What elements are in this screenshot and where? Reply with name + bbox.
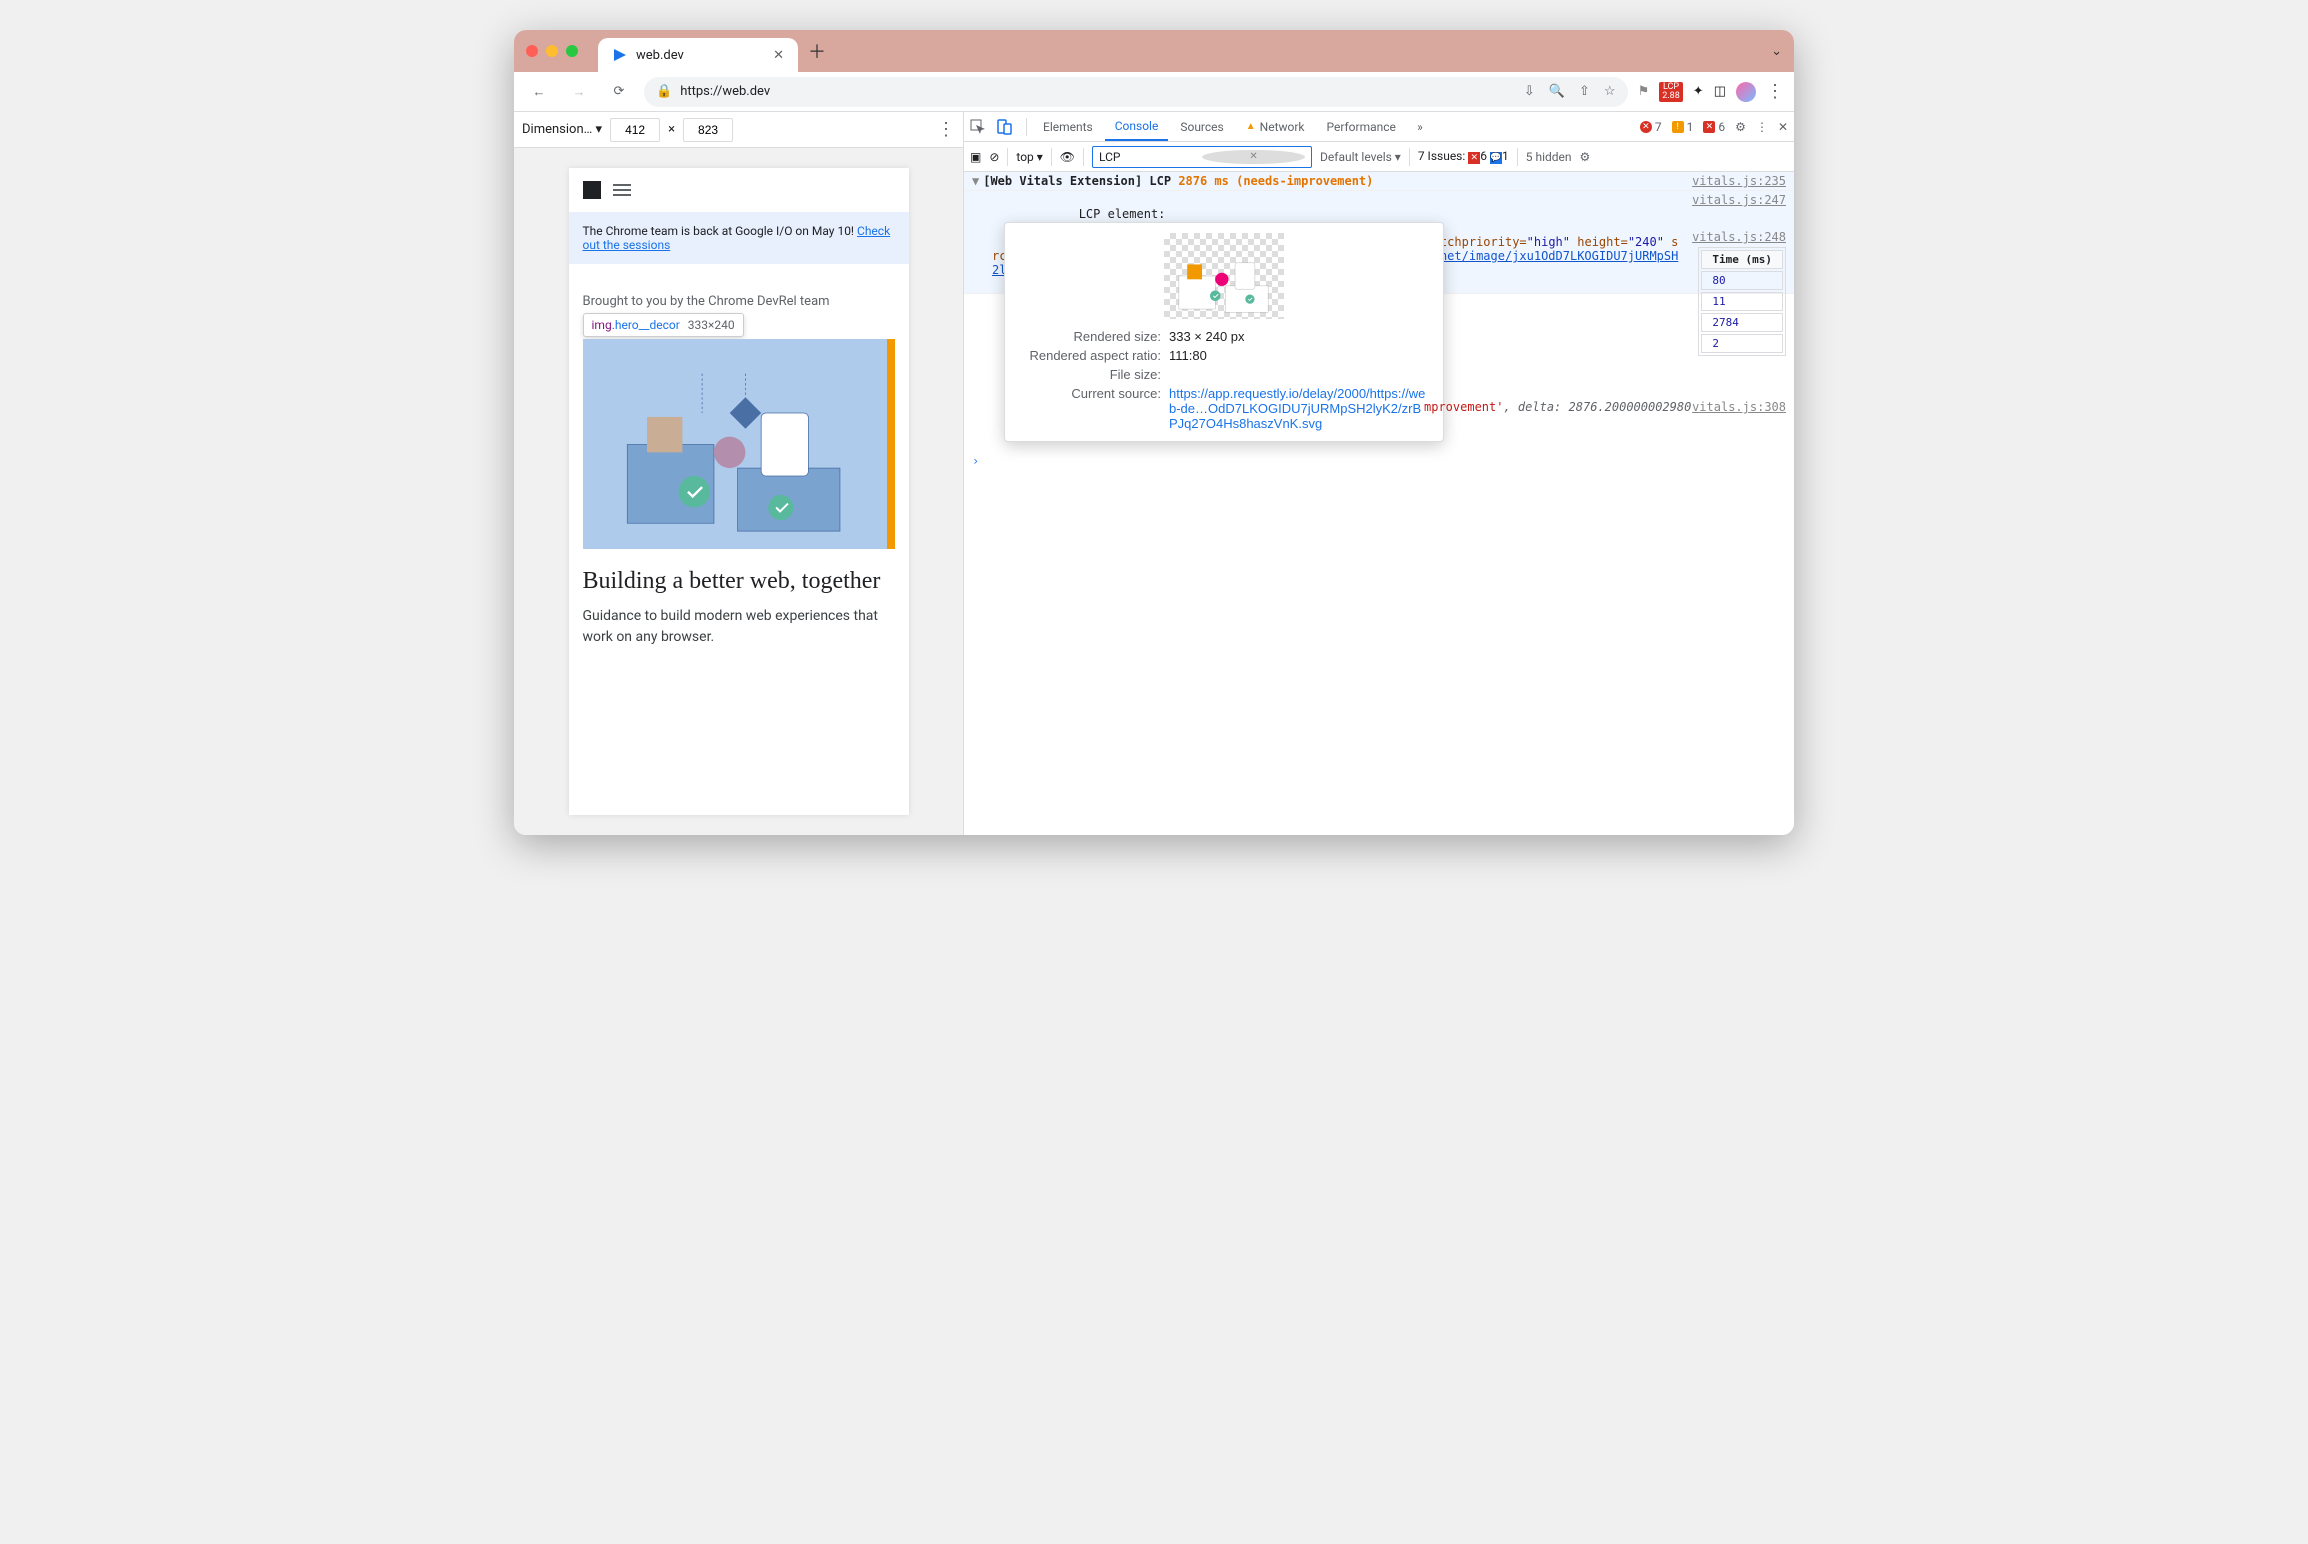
new-tab-button[interactable]: ＋ bbox=[808, 38, 826, 64]
zoom-window-button[interactable] bbox=[566, 45, 578, 57]
titlebar: web.dev ✕ ＋ ⌄ bbox=[514, 30, 1794, 72]
issues-link[interactable]: 7 Issues: ✕6 💬1 bbox=[1418, 149, 1509, 164]
source-link[interactable]: vitals.js:248 bbox=[1692, 230, 1786, 244]
device-menu-button[interactable]: ⋮ bbox=[937, 119, 955, 140]
devtools-menu-button[interactable]: ⋮ bbox=[1756, 120, 1768, 134]
warning-count[interactable]: !1 bbox=[1672, 120, 1694, 134]
table-cell: 2 bbox=[1701, 334, 1783, 353]
chrome-menu-button[interactable]: ⋮ bbox=[1766, 81, 1784, 102]
install-icon[interactable]: ⇩ bbox=[1524, 84, 1535, 99]
hamburger-icon[interactable] bbox=[613, 189, 631, 191]
table-cell: 2784 bbox=[1701, 313, 1783, 332]
sidepanel-icon[interactable]: ◫ bbox=[1714, 84, 1726, 99]
clear-console-icon[interactable]: ⊘ bbox=[989, 150, 999, 164]
tab-sources[interactable]: Sources bbox=[1170, 112, 1233, 141]
table-cell: 11 bbox=[1701, 292, 1783, 311]
popover-thumbnail bbox=[1164, 233, 1284, 319]
live-expression-icon[interactable]: 👁 bbox=[1060, 150, 1075, 164]
devtools-panel: Elements Console Sources Network Perform… bbox=[964, 112, 1794, 835]
hidden-count[interactable]: 5 hidden bbox=[1526, 150, 1572, 164]
tab-console[interactable]: Console bbox=[1105, 112, 1169, 141]
value bbox=[1169, 367, 1429, 382]
dimensions-bar: Dimension… ▾ × ⋮ bbox=[514, 112, 963, 148]
devtools-tabs: Elements Console Sources Network Perform… bbox=[964, 112, 1794, 142]
bookmark-icon[interactable]: ☆ bbox=[1604, 84, 1616, 99]
tab-performance[interactable]: Performance bbox=[1317, 112, 1406, 141]
zoom-icon[interactable]: 🔍 bbox=[1549, 84, 1565, 99]
console-output[interactable]: ▼ [Web Vitals Extension] LCP 2876 ms (ne… bbox=[964, 172, 1794, 835]
console-sidebar-toggle-icon[interactable]: ▣ bbox=[970, 150, 981, 164]
timing-table[interactable]: Time (ms) 80 11 2784 2 bbox=[1698, 247, 1786, 356]
label: File size: bbox=[1019, 367, 1169, 382]
emulated-page[interactable]: The Chrome team is back at Google I/O on… bbox=[569, 168, 909, 815]
site-header bbox=[569, 168, 909, 212]
announcement-banner: The Chrome team is back at Google I/O on… bbox=[569, 212, 909, 264]
site-logo-icon[interactable] bbox=[583, 181, 601, 199]
log-entry-partial: vitals.js:308 mprovement', delta: 2876.2… bbox=[1424, 400, 1786, 414]
favicon-icon bbox=[612, 47, 628, 63]
source-link[interactable]: vitals.js:308 bbox=[1692, 400, 1786, 414]
console-prompt-icon[interactable]: › bbox=[972, 454, 979, 468]
blocked-count[interactable]: ✕6 bbox=[1703, 120, 1725, 134]
address-toolbar: ← → ⟳ 🔒 https://web.dev ⇩ 🔍 ⇧ ☆ ⚑ LCP 2.… bbox=[514, 72, 1794, 112]
image-hover-popover: Rendered size: 333 × 240 px Rendered asp… bbox=[1004, 222, 1444, 442]
element-inspect-tooltip: img.hero__decor 333×240 bbox=[583, 313, 744, 337]
browser-window: web.dev ✕ ＋ ⌄ ← → ⟳ 🔒 https://web.dev ⇩ … bbox=[514, 30, 1794, 835]
page-headline: Building a better web, together bbox=[583, 567, 895, 596]
banner-text: The Chrome team is back at Google I/O on… bbox=[583, 224, 858, 238]
profile-avatar[interactable] bbox=[1736, 82, 1756, 102]
source-link[interactable]: vitals.js:235 bbox=[1692, 174, 1786, 188]
more-tabs-button[interactable]: » bbox=[1408, 120, 1432, 134]
error-count[interactable]: ✕7 bbox=[1640, 120, 1662, 134]
inspect-element-icon[interactable] bbox=[970, 119, 994, 135]
table-cell: 80 bbox=[1701, 271, 1783, 290]
back-button[interactable]: ← bbox=[524, 77, 554, 107]
expand-toggle-icon[interactable]: ▼ bbox=[972, 174, 979, 188]
reload-button[interactable]: ⟳ bbox=[604, 77, 634, 107]
console-settings-icon[interactable]: ⚙ bbox=[1580, 150, 1591, 164]
eyebrow-text: Brought to you by the Chrome DevRel team bbox=[583, 294, 895, 309]
page-subhead: Guidance to build modern web experiences… bbox=[583, 606, 895, 648]
share-icon[interactable]: ⇧ bbox=[1579, 84, 1590, 99]
tab-network[interactable]: Network bbox=[1236, 112, 1315, 141]
label: Current source: bbox=[1019, 386, 1169, 431]
height-input[interactable] bbox=[683, 118, 733, 142]
source-url-link[interactable]: https://app.requestly.io/delay/2000/http… bbox=[1169, 386, 1425, 431]
width-input[interactable] bbox=[610, 118, 660, 142]
clear-filter-icon[interactable]: ✕ bbox=[1202, 150, 1305, 164]
hero-image bbox=[583, 339, 895, 549]
close-devtools-button[interactable]: ✕ bbox=[1778, 120, 1788, 134]
console-filter-input[interactable]: LCP ✕ bbox=[1092, 146, 1312, 168]
times-symbol: × bbox=[668, 122, 675, 137]
label: Rendered size: bbox=[1019, 329, 1169, 344]
console-toolbar: ▣ ⊘ top ▾ 👁 LCP ✕ Default levels ▾ 7 Iss… bbox=[964, 142, 1794, 172]
emulated-viewport: The Chrome team is back at Google I/O on… bbox=[514, 148, 963, 835]
value: 111:80 bbox=[1169, 348, 1429, 363]
label: Rendered aspect ratio: bbox=[1019, 348, 1169, 363]
web-vitals-ext-badge[interactable]: LCP 2.88 bbox=[1659, 82, 1683, 102]
tab-title: web.dev bbox=[636, 48, 765, 63]
close-window-button[interactable] bbox=[526, 45, 538, 57]
forward-button[interactable]: → bbox=[564, 77, 594, 107]
lock-icon: 🔒 bbox=[656, 84, 672, 99]
tab-elements[interactable]: Elements bbox=[1033, 112, 1103, 141]
close-tab-button[interactable]: ✕ bbox=[773, 48, 784, 63]
settings-icon[interactable]: ⚙ bbox=[1735, 120, 1746, 134]
dimensions-dropdown[interactable]: Dimension… ▾ bbox=[522, 122, 602, 137]
address-bar[interactable]: 🔒 https://web.dev ⇩ 🔍 ⇧ ☆ bbox=[644, 77, 1628, 107]
flag-icon[interactable]: ⚑ bbox=[1638, 84, 1650, 99]
value: 333 × 240 px bbox=[1169, 329, 1429, 344]
extensions-icon[interactable]: ✦ bbox=[1693, 84, 1704, 99]
tab-overflow-button[interactable]: ⌄ bbox=[1771, 44, 1782, 59]
device-mode-pane: Dimension… ▾ × ⋮ The Chrome team is back… bbox=[514, 112, 964, 835]
col-header: Time (ms) bbox=[1701, 250, 1783, 269]
device-toggle-icon[interactable] bbox=[996, 119, 1020, 135]
minimize-window-button[interactable] bbox=[546, 45, 558, 57]
context-selector[interactable]: top ▾ bbox=[1016, 150, 1042, 164]
browser-tab[interactable]: web.dev ✕ bbox=[598, 38, 798, 72]
log-entry[interactable]: ▼ [Web Vitals Extension] LCP 2876 ms (ne… bbox=[964, 172, 1794, 191]
url-text: https://web.dev bbox=[680, 84, 770, 99]
window-controls bbox=[526, 45, 578, 57]
log-levels-dropdown[interactable]: Default levels ▾ bbox=[1320, 150, 1401, 164]
